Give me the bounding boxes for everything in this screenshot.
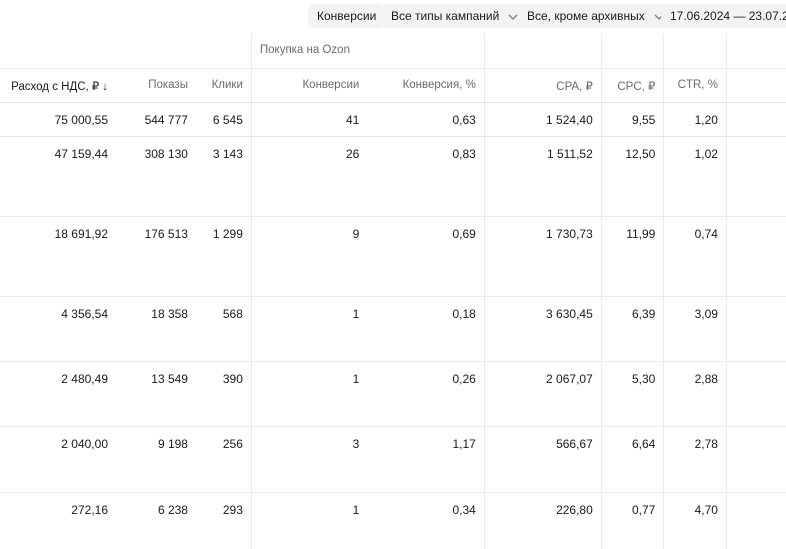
status-select[interactable]: Все, кроме архивных xyxy=(518,4,672,28)
table-cell: 1 730,73 xyxy=(483,216,602,297)
column-header-cpc[interactable]: CPC, ₽ xyxy=(600,68,664,103)
table-cell: 176 513 xyxy=(118,216,196,297)
column-header-cost[interactable]: Расход с НДС, ₽ ↓ xyxy=(0,68,118,103)
table-cell: 3 xyxy=(250,426,368,493)
table-cell: 6,64 xyxy=(600,426,664,493)
table-cell: 2,88 xyxy=(663,361,727,427)
table-cell: 390 xyxy=(195,361,252,427)
sort-arrow-icon: ↓ xyxy=(102,81,108,93)
table-cell: 0,83 xyxy=(367,136,485,217)
table-cell: 1 xyxy=(250,296,368,362)
total-cell: 6 545 xyxy=(195,102,252,137)
table-cell: 568 xyxy=(195,296,252,362)
table-cell: 4 356,54 xyxy=(0,296,118,362)
table-cell: 6 238 xyxy=(118,492,196,549)
table-cell: 226,80 xyxy=(483,492,602,549)
column-header-conversions[interactable]: Конверсии xyxy=(250,68,368,103)
column-header-clicks[interactable]: Клики xyxy=(195,68,252,103)
table-cell: 18 691,92 xyxy=(0,216,118,297)
column-header-impressions[interactable]: Показы xyxy=(118,68,196,103)
table-row[interactable]: 2 480,49 13 549 390 1 0,26 2 067,07 5,30 2,88 xyxy=(0,361,786,427)
totals-row: 75 000,55 544 777 6 545 41 0,63 1 524,40… xyxy=(0,102,786,137)
campaign-types-select[interactable]: Все типы кампаний xyxy=(382,4,527,28)
table-cell: 256 xyxy=(195,426,252,493)
column-header-cpa[interactable]: CPA, ₽ xyxy=(483,68,602,103)
total-cell: 1,20 xyxy=(663,102,727,137)
table-cell: 6,39 xyxy=(600,296,664,362)
table-cell: 9 198 xyxy=(118,426,196,493)
table-row[interactable]: 2 040,00 9 198 256 3 1,17 566,67 6,64 2,78 xyxy=(0,426,786,493)
campaign-types-select-label: Все типы кампаний xyxy=(391,9,500,23)
table-row[interactable]: 272,16 6 238 293 1 0,34 226,80 0,77 4,70 xyxy=(0,492,786,549)
total-cell: 75 000,55 xyxy=(0,102,118,137)
table-row[interactable]: 18 691,92 176 513 1 299 9 0,69 1 730,73 11,99 0… xyxy=(0,216,786,297)
table-cell: 1,02 xyxy=(663,136,727,217)
table-cell: 1,17 xyxy=(367,426,485,493)
table-cell: 2 067,07 xyxy=(483,361,602,427)
table-cell: 12,50 xyxy=(600,136,664,217)
table-cell: 0,69 xyxy=(367,216,485,297)
table-cell: 13 549 xyxy=(118,361,196,427)
group-header-goal: Покупка на Ozon xyxy=(250,34,485,69)
total-cell: 9,55 xyxy=(600,102,664,137)
metric-select[interactable]: Конверсии xyxy=(308,4,386,28)
table-cell: 2 040,00 xyxy=(0,426,118,493)
table-cell: 18 358 xyxy=(118,296,196,362)
table-cell: 2,78 xyxy=(663,426,727,493)
table-cell: 0,74 xyxy=(663,216,727,297)
total-cell: 0,63 xyxy=(367,102,485,137)
chevron-down-icon xyxy=(508,12,518,21)
table-cell: 308 130 xyxy=(118,136,196,217)
table-cell: 0,18 xyxy=(367,296,485,362)
table-cell: 3 143 xyxy=(195,136,252,217)
table-cell: 3 630,45 xyxy=(483,296,602,362)
table-cell: 1 xyxy=(250,492,368,549)
table-cell: 47 159,44 xyxy=(0,136,118,217)
table-row[interactable]: 47 159,44 308 130 3 143 26 0,83 1 511,52 12,50… xyxy=(0,136,786,217)
column-header-conversion-rate[interactable]: Конверсия, % xyxy=(367,68,485,103)
table-cell: 1 511,52 xyxy=(483,136,602,217)
table-cell: 0,34 xyxy=(367,492,485,549)
table-cell: 272,16 xyxy=(0,492,118,549)
table-row[interactable]: 4 356,54 18 358 568 1 0,18 3 630,45 6,39 3,09 xyxy=(0,296,786,362)
total-cell: 544 777 xyxy=(118,102,196,137)
column-header-row: Расход с НДС, ₽ ↓ Показы Клики Конверсии … xyxy=(0,68,786,103)
table-cell: 11,99 xyxy=(600,216,664,297)
date-range-picker[interactable]: 17.06.2024 — 23.07.2024 xyxy=(661,4,786,28)
table-cell: 26 xyxy=(250,136,368,217)
filter-toolbar: Конверсии Все типы кампаний Все, кроме а… xyxy=(0,0,786,34)
table-cell: 1 299 xyxy=(195,216,252,297)
column-group-row: Покупка на Ozon xyxy=(0,34,786,69)
table-cell: 5,30 xyxy=(600,361,664,427)
statistics-table: Покупка на Ozon Расход с НДС, ₽ ↓ Показы … xyxy=(0,34,786,549)
total-cell: 41 xyxy=(250,102,368,137)
table-cell: 293 xyxy=(195,492,252,549)
table-cell: 1 xyxy=(250,361,368,427)
table-cell: 4,70 xyxy=(663,492,727,549)
table-cell: 9 xyxy=(250,216,368,297)
table-cell: 0,77 xyxy=(600,492,664,549)
status-select-label: Все, кроме архивных xyxy=(527,9,645,23)
total-cell: 1 524,40 xyxy=(483,102,602,137)
date-range-label: 17.06.2024 — 23.07.2024 xyxy=(670,9,786,23)
table-cell: 3,09 xyxy=(663,296,727,362)
table-cell: 566,67 xyxy=(483,426,602,493)
metric-select-label: Конверсии xyxy=(317,9,377,23)
column-header-ctr[interactable]: CTR, % xyxy=(663,68,727,103)
table-cell: 2 480,49 xyxy=(0,361,118,427)
table-cell: 0,26 xyxy=(367,361,485,427)
